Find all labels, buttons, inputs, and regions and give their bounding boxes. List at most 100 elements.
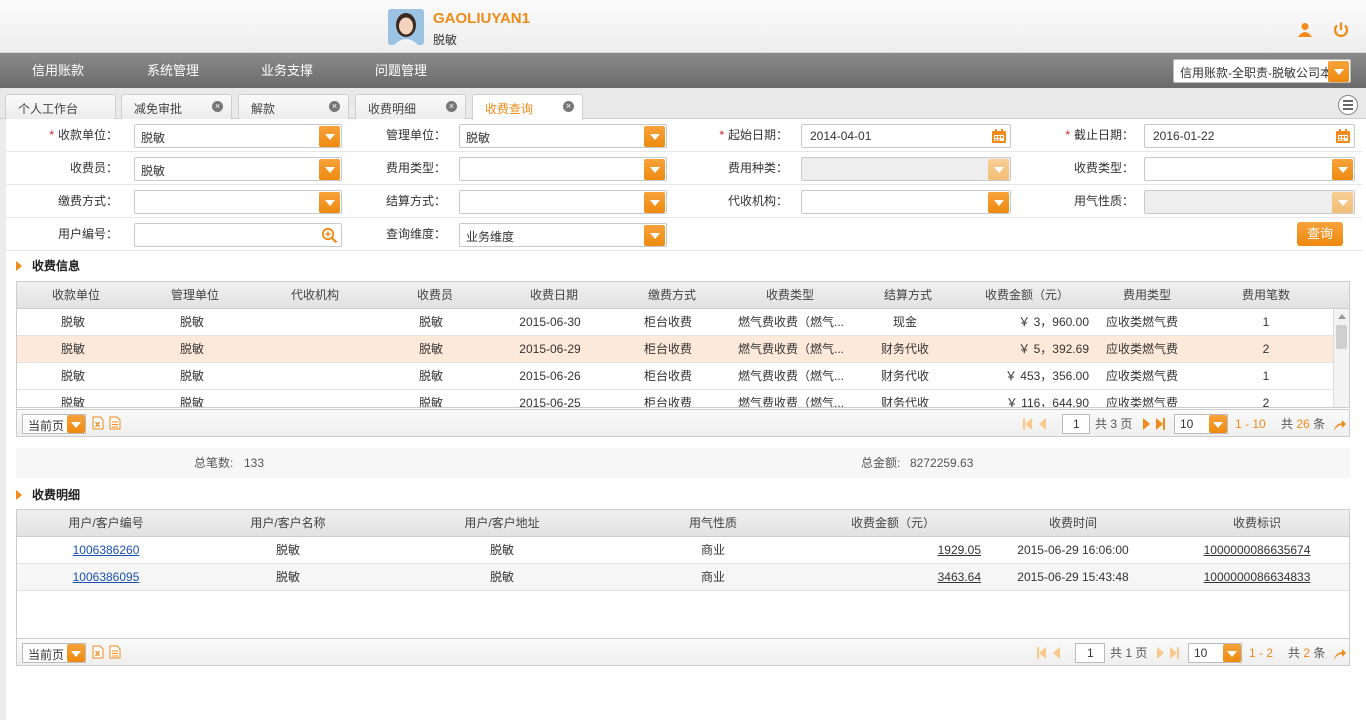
user-avatar[interactable] (388, 9, 424, 45)
nav-item-credit-accounts[interactable]: 信用账款 (32, 53, 84, 88)
chevron-down-icon[interactable] (1332, 192, 1353, 213)
column-header[interactable]: 收费标识 (1163, 510, 1349, 537)
collection-agency-select[interactable] (801, 190, 1011, 214)
column-header[interactable]: 收款单位 (17, 282, 135, 309)
current-page-select[interactable]: 当前页 (22, 643, 86, 663)
chevron-down-icon[interactable] (988, 192, 1009, 213)
chevron-down-icon[interactable] (319, 126, 340, 147)
prev-page-icon[interactable] (1053, 647, 1060, 659)
role-select[interactable]: 信用账款-全职责-脱敏公司本 (1173, 59, 1351, 83)
last-page-arrow[interactable] (1170, 647, 1177, 659)
receiving-unit-select[interactable]: 脱敏 (134, 124, 342, 148)
column-header[interactable]: 用户/客户地址 (381, 510, 623, 537)
export-file-icon[interactable] (108, 645, 122, 659)
last-page-icon[interactable] (1163, 418, 1165, 430)
chevron-down-icon[interactable] (988, 159, 1009, 180)
close-icon[interactable]: × (329, 101, 340, 112)
table-row[interactable]: 脱敏 脱敏 脱敏 2015-06-25 柜台收费 燃气费收费（燃气... 财务代收 ￥ 116… (17, 390, 1349, 407)
export-excel-icon[interactable] (91, 416, 105, 430)
tab-menu-icon[interactable] (1338, 95, 1358, 115)
search-icon[interactable] (321, 227, 338, 244)
column-header[interactable]: 代收机构 (255, 282, 375, 309)
table-row[interactable]: 脱敏 脱敏 脱敏 2015-06-30 柜台收费 燃气费收费（燃气... 现金 ￥ 3，960… (17, 309, 1349, 336)
cashier-select[interactable]: 脱敏 (134, 157, 342, 181)
chevron-down-icon[interactable] (67, 644, 85, 662)
tab-reduction-approval[interactable]: 减免审批 × (121, 94, 232, 119)
chevron-down-icon[interactable] (644, 159, 665, 180)
scrollbar-thumb[interactable] (1336, 325, 1347, 349)
refresh-arrow-icon[interactable] (1333, 647, 1347, 661)
column-header[interactable]: 缴费方式 (613, 282, 731, 309)
power-icon[interactable] (1332, 21, 1350, 39)
close-icon[interactable]: × (446, 101, 457, 112)
column-header[interactable]: 用气性质 (623, 510, 803, 537)
close-icon[interactable]: × (212, 101, 223, 112)
table-row[interactable]: 1006386095 脱敏 脱敏 商业 3463.64 2015-06-29 1… (17, 564, 1349, 591)
chevron-down-icon[interactable] (1209, 415, 1227, 433)
end-date-input[interactable]: 2016-01-22 (1144, 124, 1355, 148)
nav-item-system-management[interactable]: 系统管理 (147, 53, 199, 88)
chevron-down-icon[interactable] (644, 126, 665, 147)
nav-item-issue-management[interactable]: 问题管理 (375, 53, 427, 88)
column-header[interactable]: 费用类型 (1087, 282, 1207, 309)
column-header[interactable]: 收费日期 (495, 282, 613, 309)
column-header[interactable]: 结算方式 (849, 282, 967, 309)
column-header[interactable]: 收费金额（元） (967, 282, 1087, 309)
user-number-input[interactable] (134, 223, 342, 247)
tab-personal-workbench[interactable]: 个人工作台 (5, 94, 116, 119)
chevron-down-icon[interactable] (644, 192, 665, 213)
table-scrollbar[interactable] (1333, 309, 1349, 407)
export-file-icon[interactable] (108, 416, 122, 430)
tab-remittance[interactable]: 解款 × (238, 94, 349, 119)
column-header[interactable]: 收费金额（元） (803, 510, 983, 537)
fee-type-select[interactable] (459, 157, 667, 181)
export-excel-icon[interactable] (91, 645, 105, 659)
user-icon[interactable] (1296, 21, 1314, 39)
next-page-icon[interactable] (1143, 418, 1150, 430)
payment-method-select[interactable] (134, 190, 342, 214)
chevron-down-icon[interactable] (1332, 159, 1353, 180)
column-header[interactable]: 收费员 (375, 282, 495, 309)
page-number-input[interactable]: 1 (1062, 414, 1090, 434)
column-header[interactable]: 收费时间 (983, 510, 1163, 537)
page-number-input[interactable]: 1 (1075, 643, 1105, 663)
table-row[interactable]: 脱敏 脱敏 脱敏 2015-06-29 柜台收费 燃气费收费（燃气... 财务代收 ￥ 5，3… (17, 336, 1349, 363)
calendar-icon[interactable] (1335, 128, 1351, 144)
table-row[interactable]: 1006386260 脱敏 脱敏 商业 1929.05 2015-06-29 1… (17, 537, 1349, 564)
query-dimension-select[interactable]: 业务维度 (459, 223, 667, 247)
current-page-select[interactable]: 当前页 (22, 414, 86, 434)
column-header[interactable]: 收费类型 (731, 282, 849, 309)
nav-item-business-support[interactable]: 业务支撑 (261, 53, 313, 88)
prev-page-icon[interactable] (1039, 418, 1046, 430)
query-button[interactable]: 查询 (1297, 222, 1343, 246)
management-unit-select[interactable]: 脱敏 (459, 124, 667, 148)
chevron-down-icon[interactable] (644, 225, 665, 246)
tab-fee-details[interactable]: 收费明细 × (355, 94, 466, 119)
chevron-down-icon[interactable] (1328, 61, 1349, 82)
tab-fee-query[interactable]: 收费查询 × (472, 94, 583, 120)
first-page-arrow[interactable] (1039, 647, 1046, 659)
last-page-icon[interactable] (1177, 647, 1179, 659)
chevron-down-icon[interactable] (319, 159, 340, 180)
calendar-icon[interactable] (991, 128, 1007, 144)
page-size-select[interactable]: 10 (1188, 643, 1242, 663)
chevron-down-icon[interactable] (1223, 644, 1241, 662)
settlement-method-select[interactable] (459, 190, 667, 214)
close-icon[interactable]: × (563, 101, 574, 112)
page-size-select[interactable]: 10 (1174, 414, 1228, 434)
charge-type-select[interactable] (1144, 157, 1355, 181)
last-page-arrow[interactable] (1156, 418, 1163, 430)
first-page-arrow[interactable] (1025, 418, 1032, 430)
start-date-input[interactable]: 2014-04-01 (801, 124, 1011, 148)
refresh-arrow-icon[interactable] (1333, 418, 1347, 432)
table-row[interactable]: 脱敏 脱敏 脱敏 2015-06-26 柜台收费 燃气费收费（燃气... 财务代收 ￥ 453… (17, 363, 1349, 390)
column-header[interactable]: 费用笔数 (1207, 282, 1325, 309)
next-page-icon[interactable] (1157, 647, 1164, 659)
gas-usage-type-select[interactable] (1144, 190, 1355, 214)
scroll-up-icon[interactable] (1338, 314, 1346, 319)
fee-category-select[interactable] (801, 157, 1011, 181)
chevron-down-icon[interactable] (67, 415, 85, 433)
chevron-down-icon[interactable] (319, 192, 340, 213)
column-header[interactable]: 管理单位 (135, 282, 255, 309)
column-header[interactable]: 用户/客户名称 (195, 510, 381, 537)
